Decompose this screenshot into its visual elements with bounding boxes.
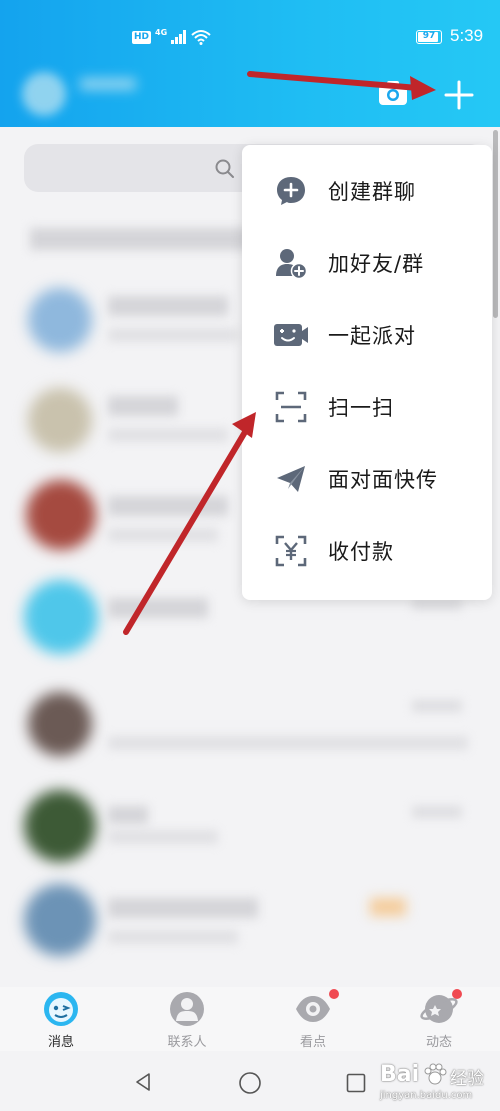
signal-icon [171,30,187,44]
scrollbar[interactable] [493,130,498,318]
tab-watch[interactable]: 看点 [268,989,358,1051]
recent-apps-icon[interactable] [346,1073,366,1093]
conversation-avatar[interactable] [24,884,96,956]
conversation-avatar[interactable] [28,288,92,352]
unread-badge-blurred [370,898,406,916]
conversation-time [412,806,462,818]
bottom-tab-bar: 消息 联系人 看点 动态 [0,987,500,1051]
home-icon[interactable] [238,1071,262,1095]
tab-messages[interactable]: 消息 [16,989,106,1051]
notification-dot [329,989,339,999]
add-friend-icon [272,244,310,282]
tab-label: 消息 [47,1035,74,1050]
menu-item-label: 加好友/群 [328,252,425,276]
user-avatar[interactable] [22,72,66,116]
top-header [0,0,500,127]
send-plane-icon [272,460,310,498]
conversation-avatar[interactable] [28,692,92,756]
menu-item-scan[interactable]: 扫一扫 [242,371,492,443]
menu-item-label: 面对面快传 [328,468,438,492]
conversation-time [412,700,462,712]
menu-item-label: 扫一扫 [328,396,394,420]
conversation-title [108,496,228,516]
payment-icon [272,532,310,570]
menu-item-payment[interactable]: 收付款 [242,515,492,587]
conversation-avatar[interactable] [24,790,96,862]
conversation-avatar[interactable] [28,388,92,452]
menu-item-add-friend[interactable]: 加好友/群 [242,227,492,299]
notification-dot [452,989,462,999]
menu-item-label: 创建群聊 [328,180,416,204]
conversation-title [108,598,208,618]
blurred-device-row[interactable] [30,228,250,250]
tab-moments[interactable]: 动态 [394,989,484,1051]
conversation-preview [108,528,218,542]
conversation-title [108,806,148,824]
watermark-brand: Bai [380,1062,420,1087]
menu-item-party[interactable]: 一起派对 [242,299,492,371]
conversation-preview [108,930,238,944]
search-icon [215,159,234,178]
menu-item-create-group[interactable]: 创建群聊 [242,155,492,227]
tab-label: 看点 [299,1035,326,1050]
plus-icon[interactable] [440,76,478,114]
conversation-avatar[interactable] [26,480,96,550]
conversation-title [108,396,178,416]
status-network: HD 4G [132,26,211,48]
eye-icon [296,996,330,1022]
battery-indicator: 97 [416,30,442,44]
conversation-preview [108,328,238,342]
add-popup-menu: 创建群聊 加好友/群 一起派对 扫一扫 面对面快传 收付款 [242,145,492,600]
conversation-title [108,296,228,316]
conversation-preview [108,428,228,442]
camera-icon[interactable] [378,80,408,106]
conversation-preview [108,736,468,750]
tab-label: 联系人 [167,1035,207,1050]
hd-badge: HD [132,30,152,44]
message-icon [44,992,78,1026]
wifi-icon [191,30,211,45]
watermark-url: jingyan.baidu.com [380,1090,473,1101]
menu-item-label: 一起派对 [328,324,416,348]
baidu-jingyan-watermark: Bai 经验 jingyan.baidu.com [376,1060,500,1106]
conversation-title [108,898,258,918]
paw-icon [424,1063,447,1085]
conversation-avatar[interactable] [24,580,98,654]
menu-item-face-to-face[interactable]: 面对面快传 [242,443,492,515]
tab-label: 动态 [425,1035,452,1050]
watermark-brand-suffix: 经验 [450,1069,484,1089]
conversation-preview [108,830,218,844]
menu-item-label: 收付款 [328,540,394,564]
create-group-icon [272,172,310,210]
back-icon[interactable] [132,1071,154,1093]
user-name-blurred [80,78,136,90]
scan-icon [272,388,310,426]
tab-contacts[interactable]: 联系人 [142,989,232,1051]
contacts-icon [170,992,204,1026]
network-type: 4G [155,27,168,37]
status-time: 5:39 [450,26,484,45]
party-icon [272,316,310,354]
battery-level: 97 [422,31,436,41]
